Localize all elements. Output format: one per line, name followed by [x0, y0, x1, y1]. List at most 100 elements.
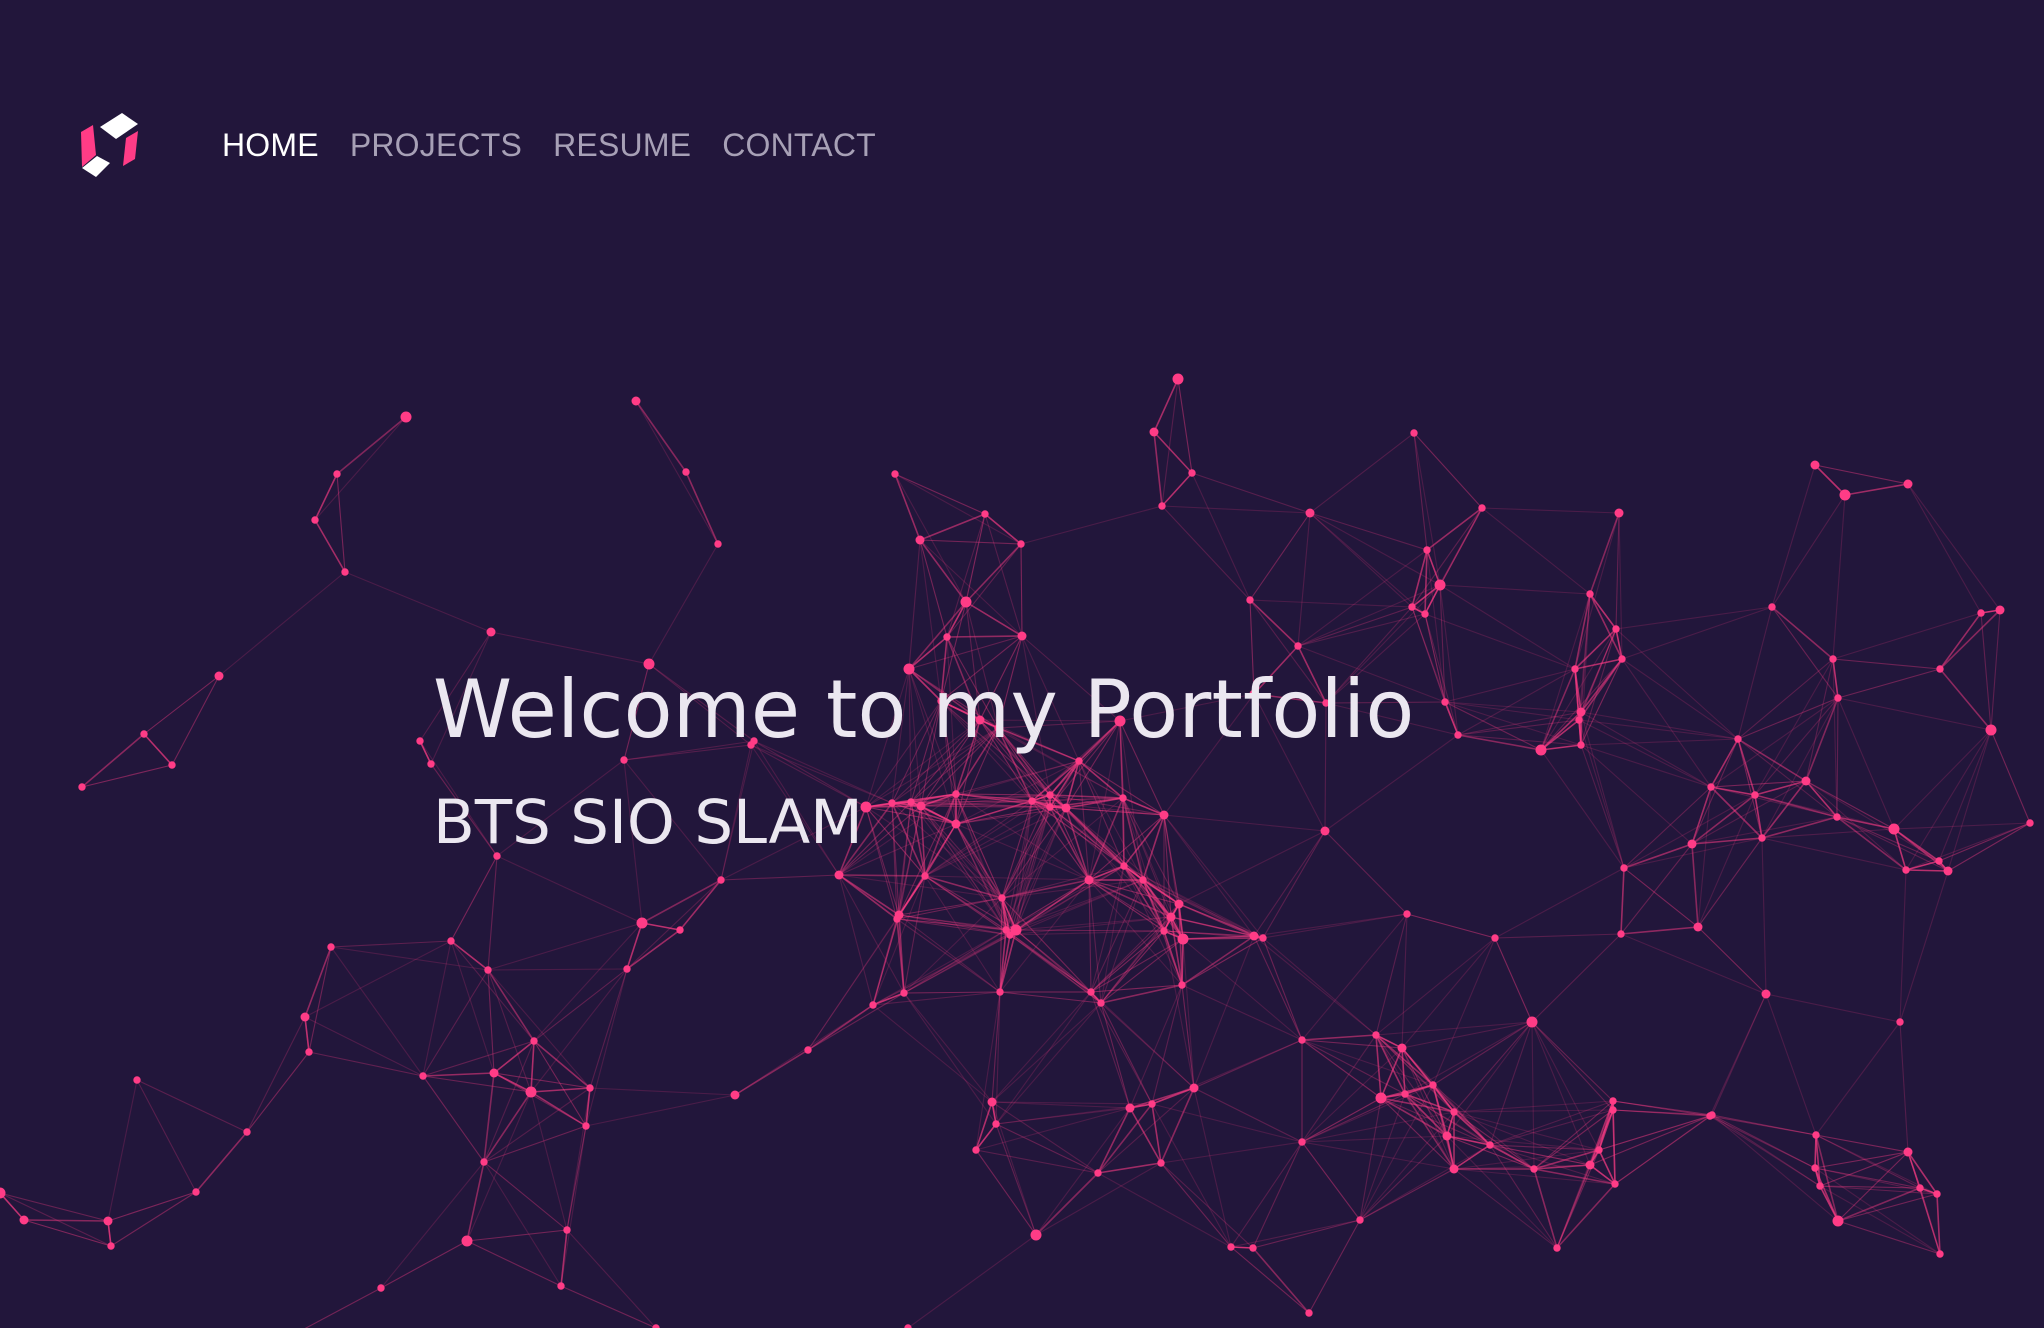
network-link — [1406, 913, 1496, 939]
network-link — [1691, 794, 1756, 845]
network-link — [1761, 816, 1838, 839]
network-node — [1811, 1164, 1819, 1172]
network-node — [1139, 876, 1147, 884]
network-link — [1446, 1021, 1533, 1137]
network-link — [330, 946, 424, 1077]
nav-link-contact[interactable]: CONTACT — [722, 127, 876, 163]
network-link — [330, 940, 452, 948]
network-link — [984, 513, 1022, 545]
network-node — [1761, 989, 1771, 999]
network-link — [1297, 549, 1428, 647]
network-link — [195, 1131, 248, 1193]
network-link — [314, 519, 346, 573]
network-link — [965, 543, 1022, 603]
network-node — [1442, 1131, 1452, 1141]
network-node — [1397, 1043, 1407, 1053]
network-node — [305, 1048, 313, 1056]
network-link — [246, 1051, 310, 1133]
network-link — [1020, 505, 1163, 545]
network-node — [1829, 655, 1837, 663]
network-link — [734, 1004, 874, 1096]
network-node — [1977, 609, 1985, 617]
network-node — [1936, 665, 1944, 673]
network-node — [214, 671, 224, 681]
network-node — [1172, 373, 1184, 385]
network-link — [1815, 1021, 1901, 1136]
network-link — [1301, 1034, 1377, 1041]
network-node — [1178, 981, 1186, 989]
network-node — [1902, 866, 1910, 874]
network-node — [1834, 694, 1842, 702]
network-link — [110, 1191, 197, 1247]
nav-link-resume[interactable]: RESUME — [553, 127, 691, 163]
network-link — [1697, 837, 1763, 928]
network-link — [1905, 869, 1949, 872]
network-link — [1907, 483, 1982, 614]
logo-icon[interactable] — [78, 112, 138, 178]
network-link — [330, 946, 489, 971]
network-link — [907, 1234, 1037, 1328]
network-link — [1309, 432, 1415, 514]
network-link — [641, 879, 722, 924]
network-link — [1230, 1141, 1303, 1248]
network-link — [530, 968, 628, 1093]
network-node — [682, 468, 690, 476]
network-link — [1771, 494, 1846, 608]
network-link — [1612, 1100, 1711, 1117]
network-link — [1193, 1087, 1232, 1248]
network-node — [333, 470, 341, 478]
network-node — [1706, 1112, 1714, 1120]
network-link — [1481, 507, 1620, 514]
network-node — [1017, 540, 1025, 548]
network-node — [1933, 1190, 1941, 1198]
network-link — [107, 1079, 138, 1222]
network-link — [1020, 543, 1023, 637]
network-node — [1188, 469, 1196, 477]
network-link — [946, 635, 1023, 638]
network-link — [1359, 1135, 1448, 1221]
network-link — [1837, 668, 1941, 699]
network-link — [1990, 609, 2001, 731]
network-link — [1489, 1109, 1614, 1146]
network-link — [1100, 1002, 1153, 1105]
network-link — [1252, 1219, 1361, 1249]
network-node — [140, 730, 148, 738]
network-node — [1571, 665, 1579, 673]
nav-link-home[interactable]: HOME — [222, 127, 319, 163]
network-link — [1623, 794, 1756, 869]
network-link — [1375, 937, 1496, 1036]
network-node — [1903, 479, 1913, 489]
network-node — [1249, 1244, 1257, 1252]
network-link — [1580, 738, 1739, 746]
network-node — [1839, 489, 1851, 501]
network-node — [1816, 1182, 1824, 1190]
network-node — [1298, 1138, 1306, 1146]
network-link — [1540, 749, 1625, 869]
network-node — [1160, 927, 1168, 935]
network-link — [23, 1219, 109, 1222]
network-link — [1489, 1100, 1614, 1146]
network-link — [1401, 937, 1496, 1049]
network-link — [1404, 1021, 1533, 1095]
network-node — [1259, 934, 1267, 942]
network-link — [1621, 606, 1773, 660]
network-node — [1408, 603, 1416, 611]
network-node — [1751, 791, 1759, 799]
network-node — [1575, 716, 1583, 724]
network-link — [1494, 867, 1625, 939]
network-link — [1814, 464, 1909, 485]
network-link — [1691, 837, 1763, 845]
network-node — [1535, 744, 1547, 756]
network-node — [1356, 1216, 1364, 1224]
network-node — [1087, 988, 1095, 996]
nav-link-projects[interactable]: PROJECTS — [350, 127, 522, 163]
network-link — [1709, 1115, 1821, 1187]
network-node — [377, 1284, 385, 1292]
network-link — [1090, 991, 1153, 1105]
network-node — [1403, 910, 1411, 918]
network-node — [1429, 1081, 1437, 1089]
network-link — [1754, 697, 1839, 796]
network-link — [965, 513, 986, 603]
network-node — [987, 1097, 997, 1107]
network-node — [400, 411, 412, 423]
